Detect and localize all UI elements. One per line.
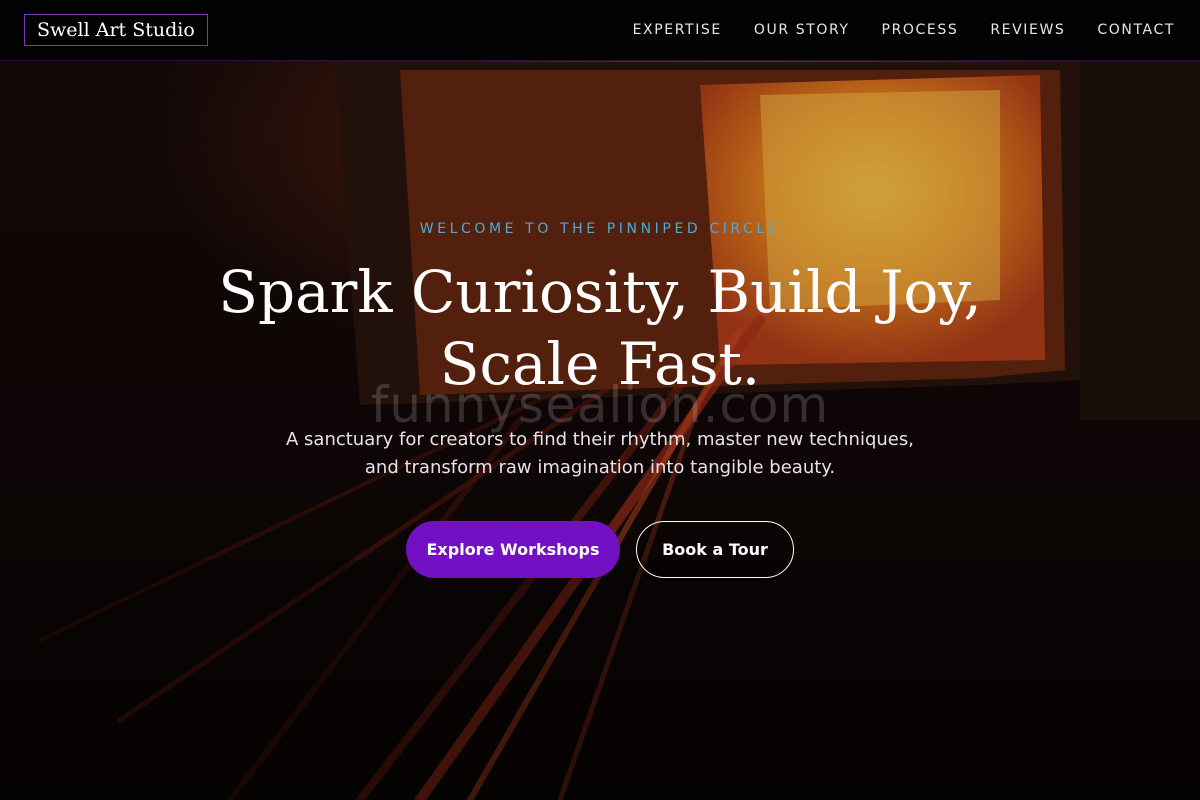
nav-link-contact[interactable]: CONTACT	[1097, 22, 1175, 38]
nav-link-our-story[interactable]: OUR STORY	[754, 22, 850, 38]
nav-link-expertise[interactable]: EXPERTISE	[633, 22, 722, 38]
brand-logo[interactable]: Swell Art Studio	[24, 14, 208, 46]
top-navbar: Swell Art Studio EXPERTISE OUR STORY PRO…	[0, 0, 1200, 61]
nav-link-reviews[interactable]: REVIEWS	[990, 22, 1065, 38]
nav-link-process[interactable]: PROCESS	[882, 22, 959, 38]
hero-subtitle-line-1: A sanctuary for creators to find their r…	[286, 429, 914, 450]
book-a-tour-button[interactable]: Book a Tour	[636, 521, 794, 578]
hero-eyebrow: WELCOME TO THE PINNIPED CIRCLE	[419, 221, 781, 237]
hero-subtitle-line-2: and transform raw imagination into tangi…	[364, 457, 836, 478]
explore-workshops-button[interactable]: Explore Workshops	[406, 521, 620, 578]
hero-section: WELCOME TO THE PINNIPED CIRCLE Spark Cur…	[0, 0, 1200, 800]
nav-links: EXPERTISE OUR STORY PROCESS REVIEWS CONT…	[633, 0, 1175, 60]
hero-subtitle: A sanctuary for creators to find their r…	[240, 426, 960, 482]
hero-title-line-1: Spark Curiosity, Build Joy,	[218, 258, 982, 326]
